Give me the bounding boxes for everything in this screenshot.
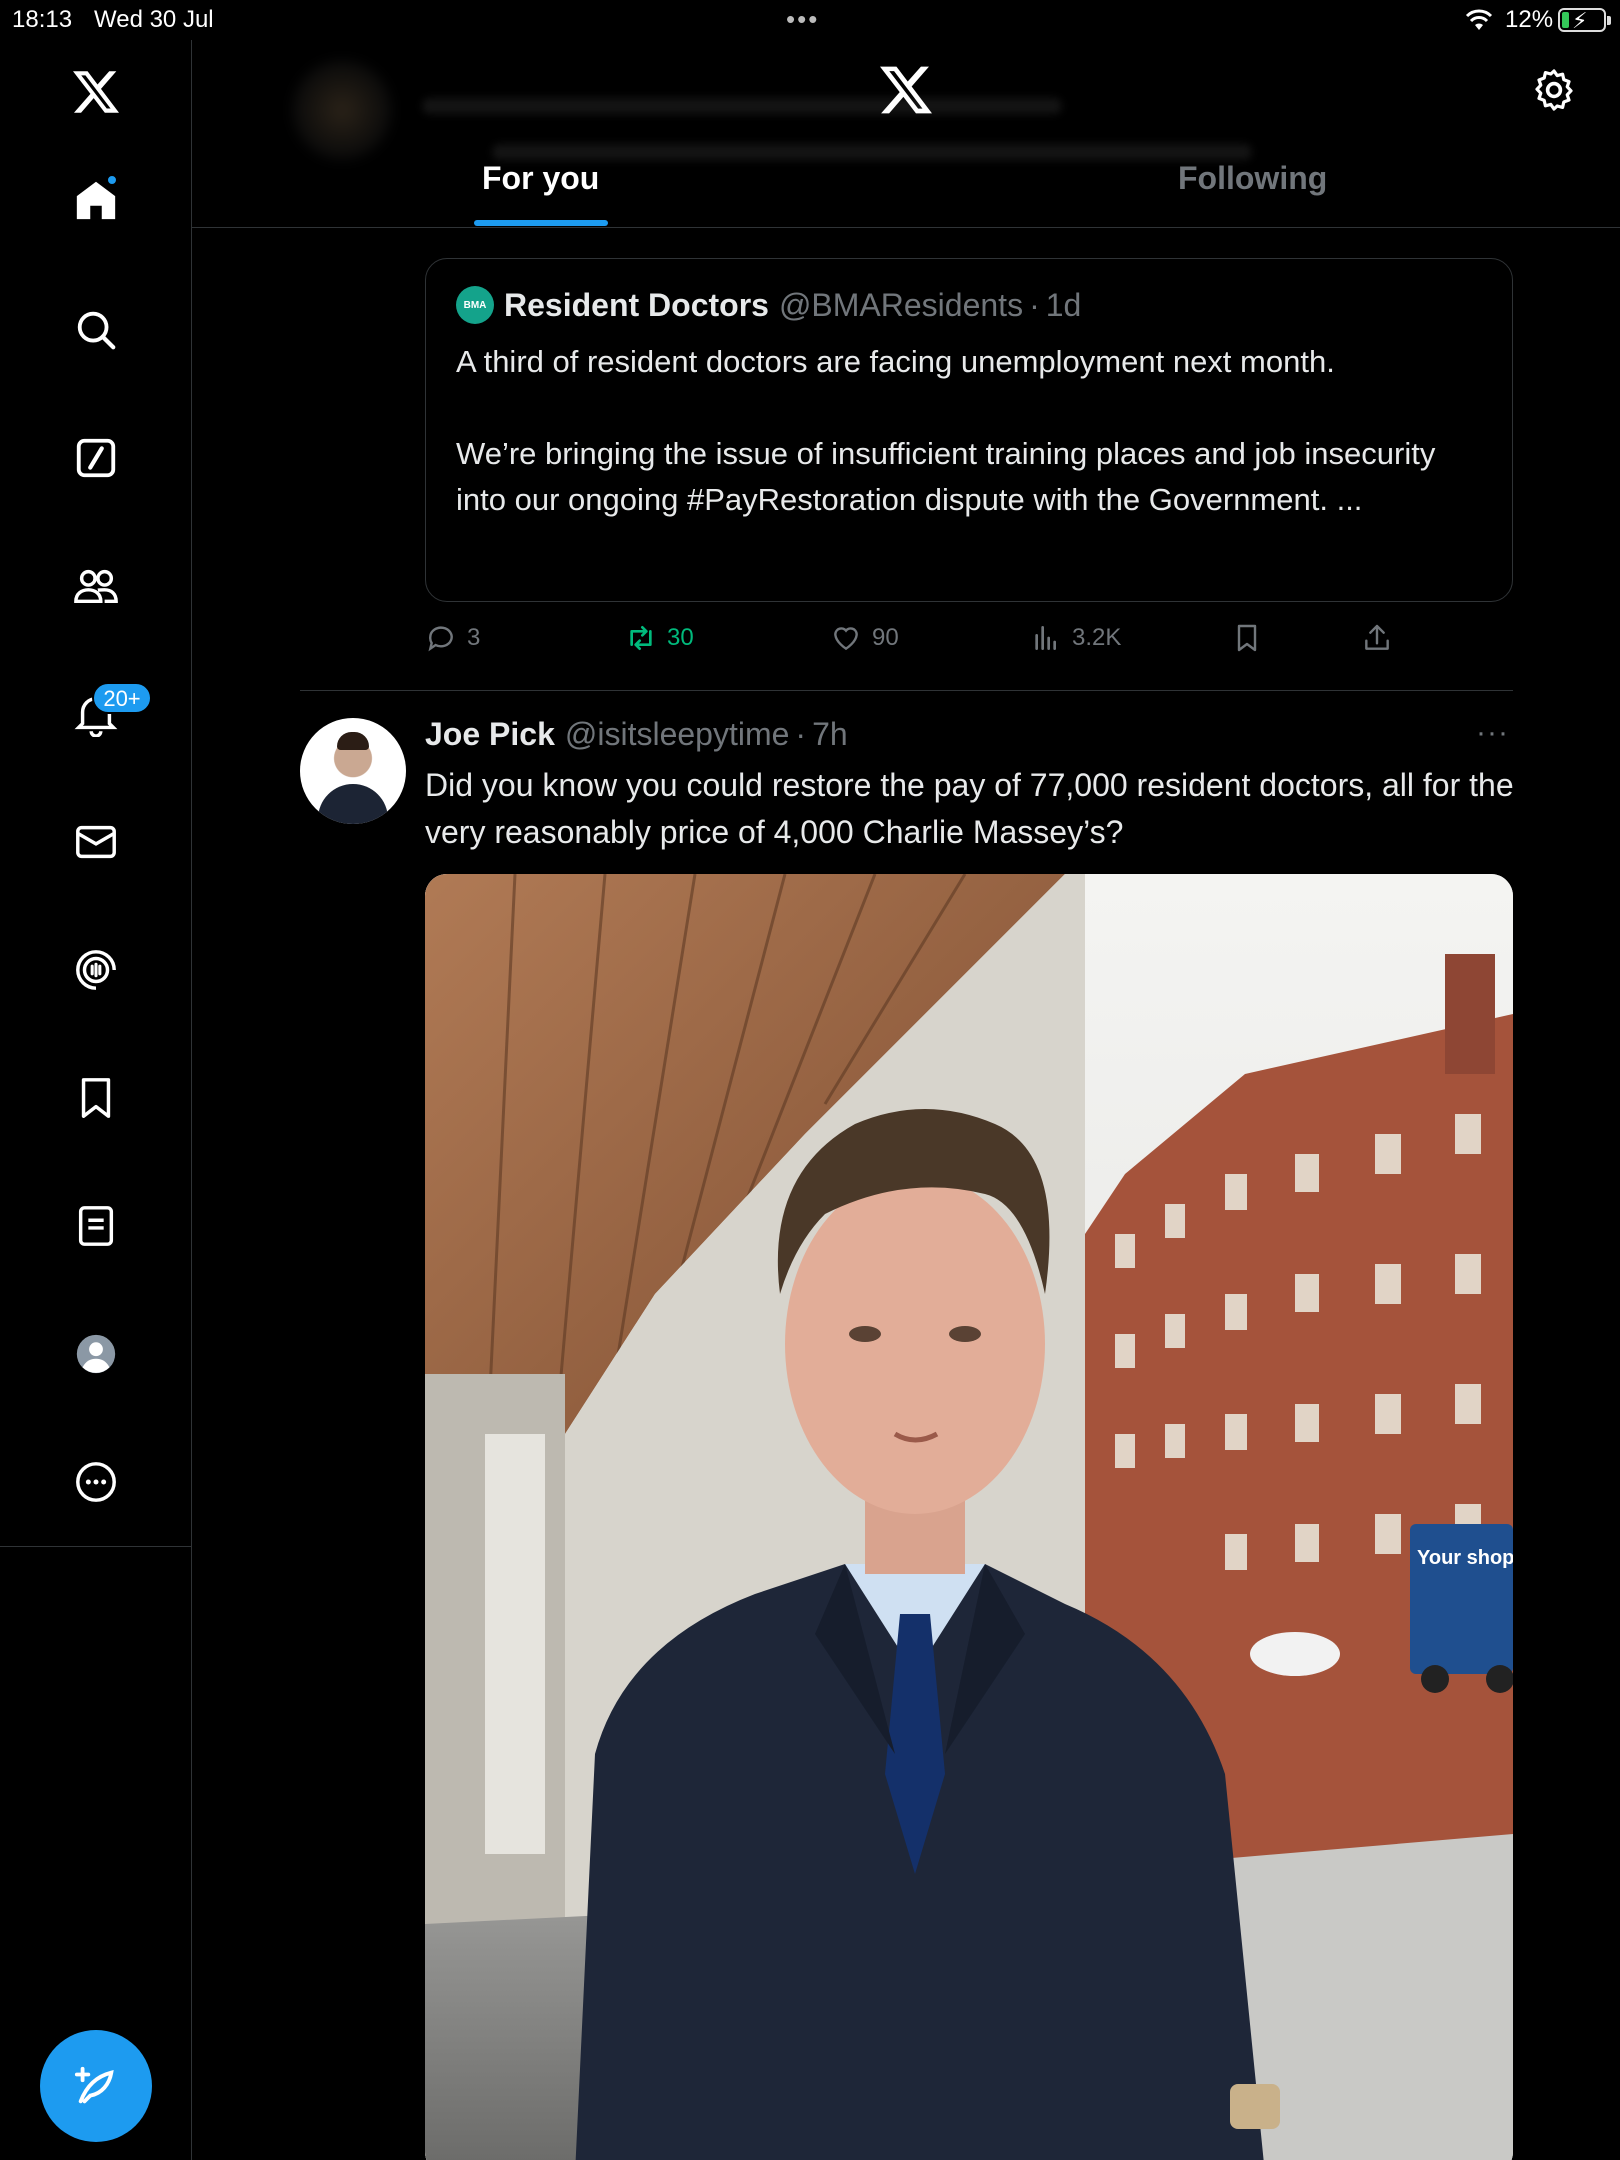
heart-icon	[834, 627, 858, 651]
like-count: 90	[872, 624, 899, 651]
timeline-header: For you Following	[192, 40, 1620, 228]
quoted-timestamp: 1d	[1045, 286, 1082, 323]
views-count: 3.2K	[1072, 624, 1122, 651]
like-button[interactable]: 90	[830, 622, 899, 654]
battery-icon: ⚡	[1558, 8, 1611, 33]
sidebar-divider	[0, 1546, 192, 1547]
status-time: 18:13	[12, 6, 73, 33]
x-header-logo-icon[interactable]	[880, 64, 932, 121]
repost-count: 30	[667, 624, 694, 651]
quoted-tweet-card[interactable]: BMA Resident Doctors @BMAResidents · 1d …	[425, 258, 1513, 602]
reply-count: 3	[467, 624, 481, 651]
tab-for-you[interactable]: For you	[482, 160, 599, 197]
author-avatar[interactable]	[300, 718, 406, 824]
van-sign-text: Your shop	[1417, 1547, 1513, 1569]
x-logo-icon[interactable]	[66, 62, 126, 122]
list-icon[interactable]	[66, 1196, 126, 1256]
people-icon[interactable]	[66, 556, 126, 616]
reply-icon	[428, 626, 453, 652]
tweet-text: Did you know you could restore the pay o…	[425, 767, 1514, 850]
quoted-author-handle: @BMAResidents	[778, 286, 1024, 323]
sidebar: 20+	[0, 40, 192, 2160]
tweet-more-options-icon[interactable]: ···	[1476, 716, 1509, 750]
tab-following[interactable]: Following	[1178, 160, 1327, 197]
active-tab-indicator	[474, 220, 608, 226]
bma-avatar[interactable]: BMA	[456, 286, 494, 324]
profile-icon[interactable]	[66, 1324, 126, 1384]
notifications-badge: 20+	[92, 682, 152, 714]
compose-feather-icon	[74, 2066, 114, 2104]
tweet-timestamp[interactable]: 7h	[812, 716, 848, 753]
photo-illustration: Your shop	[425, 874, 1513, 2160]
quoted-tweet-text: A third of resident doctors are facing u…	[456, 344, 1436, 517]
tweet-media-photo[interactable]: Your shop	[425, 874, 1513, 2160]
tweet-action-bar: 3 30 90 3.2K	[425, 622, 1425, 662]
status-date: Wed 30 Jul	[94, 6, 214, 33]
home-icon[interactable]	[66, 170, 126, 230]
wifi-icon	[1465, 9, 1493, 30]
repost-icon	[630, 626, 652, 650]
tweet-separator: ·	[795, 715, 807, 752]
grok-icon[interactable]	[66, 428, 126, 488]
feed-divider	[300, 690, 1513, 691]
views-button[interactable]: 3.2K	[1030, 622, 1121, 654]
settings-gear-icon[interactable]	[1530, 66, 1578, 114]
mail-icon[interactable]	[66, 812, 126, 872]
more-icon[interactable]	[66, 1452, 126, 1512]
bookmark-tweet-button[interactable]	[1231, 622, 1273, 654]
author-name[interactable]: Joe Pick	[425, 716, 555, 753]
views-chart-icon	[1035, 626, 1056, 650]
compose-post-button[interactable]	[40, 2030, 152, 2142]
bookmark-outline-icon	[1237, 624, 1257, 652]
spaces-icon[interactable]	[66, 940, 126, 1000]
quoted-separator: ·	[1029, 286, 1040, 323]
status-bar: 18:13 Wed 30 Jul ••• 12% ⚡	[0, 0, 1620, 40]
tweet-header: Joe Pick @isitsleepytime · 7h	[425, 712, 848, 756]
multitasking-dots-icon[interactable]: •••	[786, 4, 819, 35]
home-unread-dot	[106, 174, 118, 186]
share-icon	[1365, 624, 1389, 650]
repost-button[interactable]: 30	[625, 622, 694, 654]
quoted-author-name: Resident Doctors	[504, 286, 769, 323]
battery-percent: 12%	[1505, 6, 1554, 33]
reply-button[interactable]: 3	[425, 622, 480, 654]
bookmark-icon[interactable]	[66, 1068, 126, 1128]
search-icon[interactable]	[66, 300, 126, 360]
author-handle[interactable]: @isitsleepytime	[565, 716, 790, 753]
share-button[interactable]	[1361, 622, 1403, 654]
